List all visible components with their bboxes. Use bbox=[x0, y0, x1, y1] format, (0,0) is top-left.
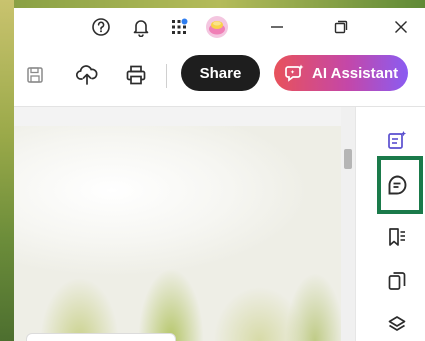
close-icon[interactable] bbox=[388, 14, 414, 40]
apps-grid-icon[interactable] bbox=[166, 14, 192, 40]
scrollbar-thumb[interactable] bbox=[344, 149, 352, 169]
toolbar-divider bbox=[166, 64, 167, 88]
document-viewport[interactable] bbox=[14, 107, 341, 341]
pages-icon[interactable] bbox=[382, 266, 412, 296]
comment-icon[interactable] bbox=[382, 170, 412, 200]
share-button[interactable]: Share bbox=[181, 55, 260, 91]
help-icon[interactable] bbox=[88, 14, 114, 40]
bookmarks-icon[interactable] bbox=[382, 222, 412, 252]
print-icon[interactable] bbox=[121, 60, 151, 90]
top-toolbar: Share AI Assistant bbox=[14, 46, 425, 107]
minimize-icon[interactable] bbox=[264, 14, 290, 40]
edit-ai-icon[interactable] bbox=[382, 125, 412, 155]
document-page bbox=[14, 126, 341, 341]
title-bar bbox=[14, 8, 425, 46]
desktop-background-left bbox=[0, 0, 14, 341]
restore-icon[interactable] bbox=[328, 14, 354, 40]
desktop-background-top bbox=[14, 0, 425, 8]
acrobat-window: Share AI Assistant bbox=[14, 8, 425, 341]
page-image-grass bbox=[14, 251, 341, 341]
ai-assistant-label: AI Assistant bbox=[312, 64, 399, 82]
vertical-scrollbar[interactable] bbox=[341, 107, 355, 341]
profile-avatar-icon[interactable] bbox=[204, 14, 230, 40]
ai-assistant-button[interactable]: AI Assistant bbox=[274, 55, 408, 91]
layers-icon[interactable] bbox=[382, 310, 412, 340]
cloud-upload-icon[interactable] bbox=[72, 60, 102, 90]
page-footer-control[interactable] bbox=[26, 333, 176, 341]
right-tool-rail bbox=[355, 107, 425, 341]
notifications-bell-icon[interactable] bbox=[128, 14, 154, 40]
ai-assistant-icon bbox=[284, 62, 306, 84]
save-icon[interactable] bbox=[20, 60, 50, 90]
